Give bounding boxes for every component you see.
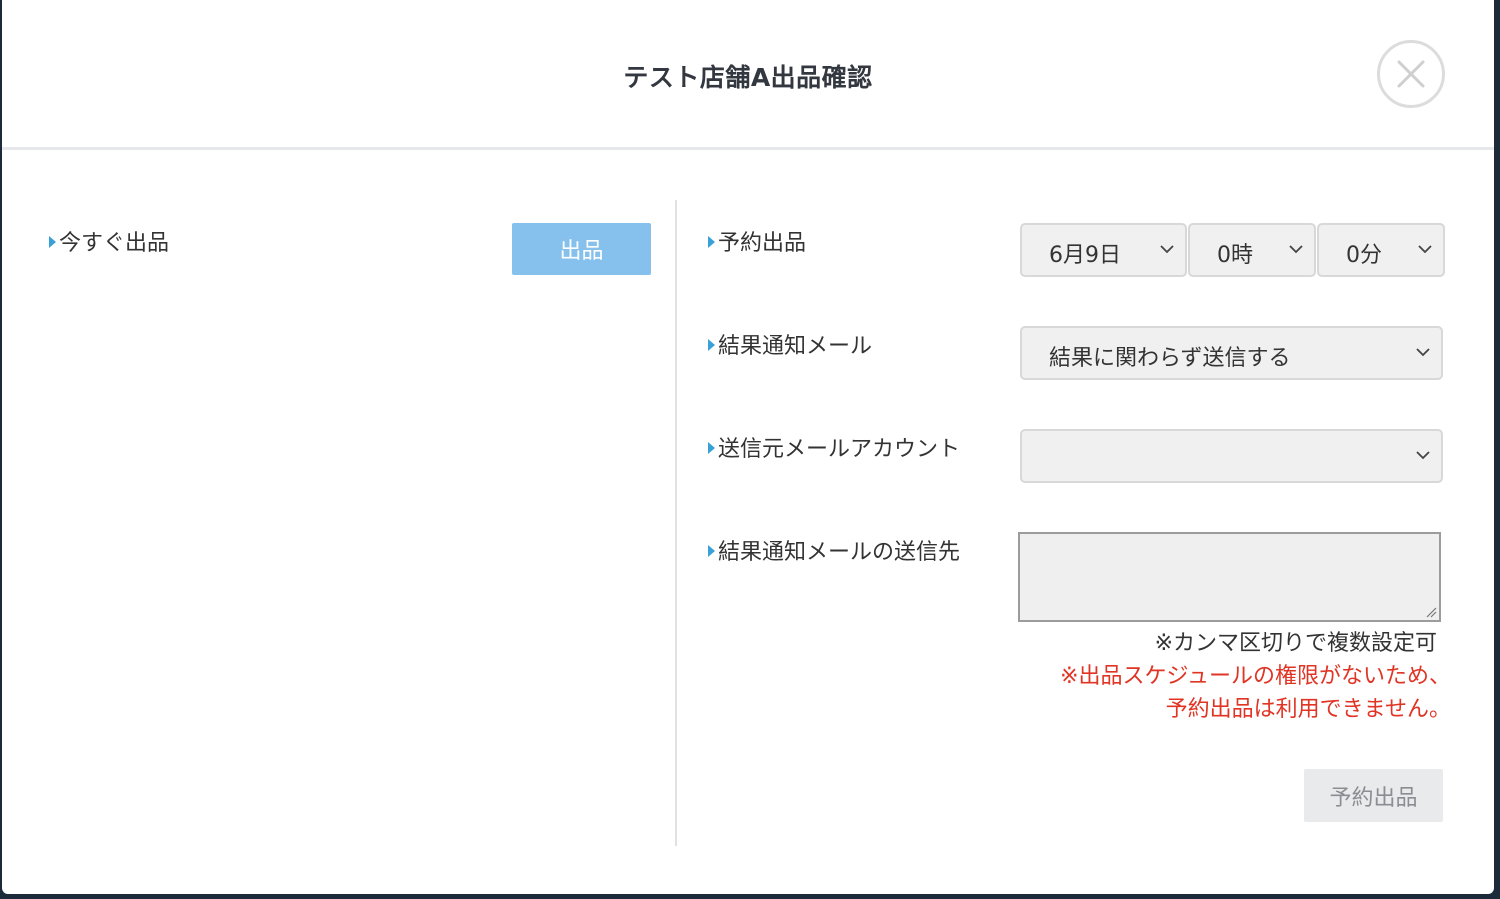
reserve-submit-button[interactable]: 予約出品 xyxy=(1304,769,1443,822)
reserve-label: 予約出品 xyxy=(708,225,806,257)
hour-select[interactable]: 0時 xyxy=(1188,223,1316,277)
column-divider xyxy=(675,200,677,846)
recipient-textarea[interactable] xyxy=(1018,532,1441,622)
resize-grip-icon[interactable] xyxy=(1425,606,1437,618)
date-select[interactable]: 6月9日 xyxy=(1020,223,1187,277)
chevron-down-icon xyxy=(1418,245,1432,254)
list-now-label: 今すぐ出品 xyxy=(49,225,169,257)
close-button[interactable] xyxy=(1377,40,1445,108)
label-marker-icon xyxy=(708,545,715,557)
close-icon xyxy=(1397,60,1425,88)
minute-select[interactable]: 0分 xyxy=(1317,223,1445,277)
sender-account-label: 送信元メールアカウント xyxy=(708,431,960,463)
notify-mail-label: 結果通知メール xyxy=(708,328,872,360)
sender-account-select[interactable] xyxy=(1020,429,1443,483)
modal-title: テスト店舗A出品確認 xyxy=(623,63,873,92)
confirm-modal: テスト店舗A出品確認 今すぐ出品 出品 予約出品 6月9日 0時 0分 結果通知… xyxy=(2,0,1494,894)
chevron-down-icon xyxy=(1416,348,1430,357)
modal-header: テスト店舗A出品確認 xyxy=(2,0,1494,150)
label-marker-icon xyxy=(708,339,715,351)
label-marker-icon xyxy=(708,442,715,454)
permission-warning-line2: 予約出品は利用できません。 xyxy=(1165,697,1451,722)
recipient-label: 結果通知メールの送信先 xyxy=(708,534,960,566)
chevron-down-icon xyxy=(1160,245,1174,254)
notify-mail-select[interactable]: 結果に関わらず送信する xyxy=(1020,326,1443,380)
chevron-down-icon xyxy=(1289,245,1303,254)
permission-warning-line1: ※出品スケジュールの権限がないため、 xyxy=(1060,664,1451,689)
chevron-down-icon xyxy=(1416,451,1430,460)
label-marker-icon xyxy=(49,236,56,248)
list-now-button[interactable]: 出品 xyxy=(512,223,651,275)
label-marker-icon xyxy=(708,236,715,248)
comma-note: ※カンマ区切りで複数設定可 xyxy=(1154,631,1437,656)
